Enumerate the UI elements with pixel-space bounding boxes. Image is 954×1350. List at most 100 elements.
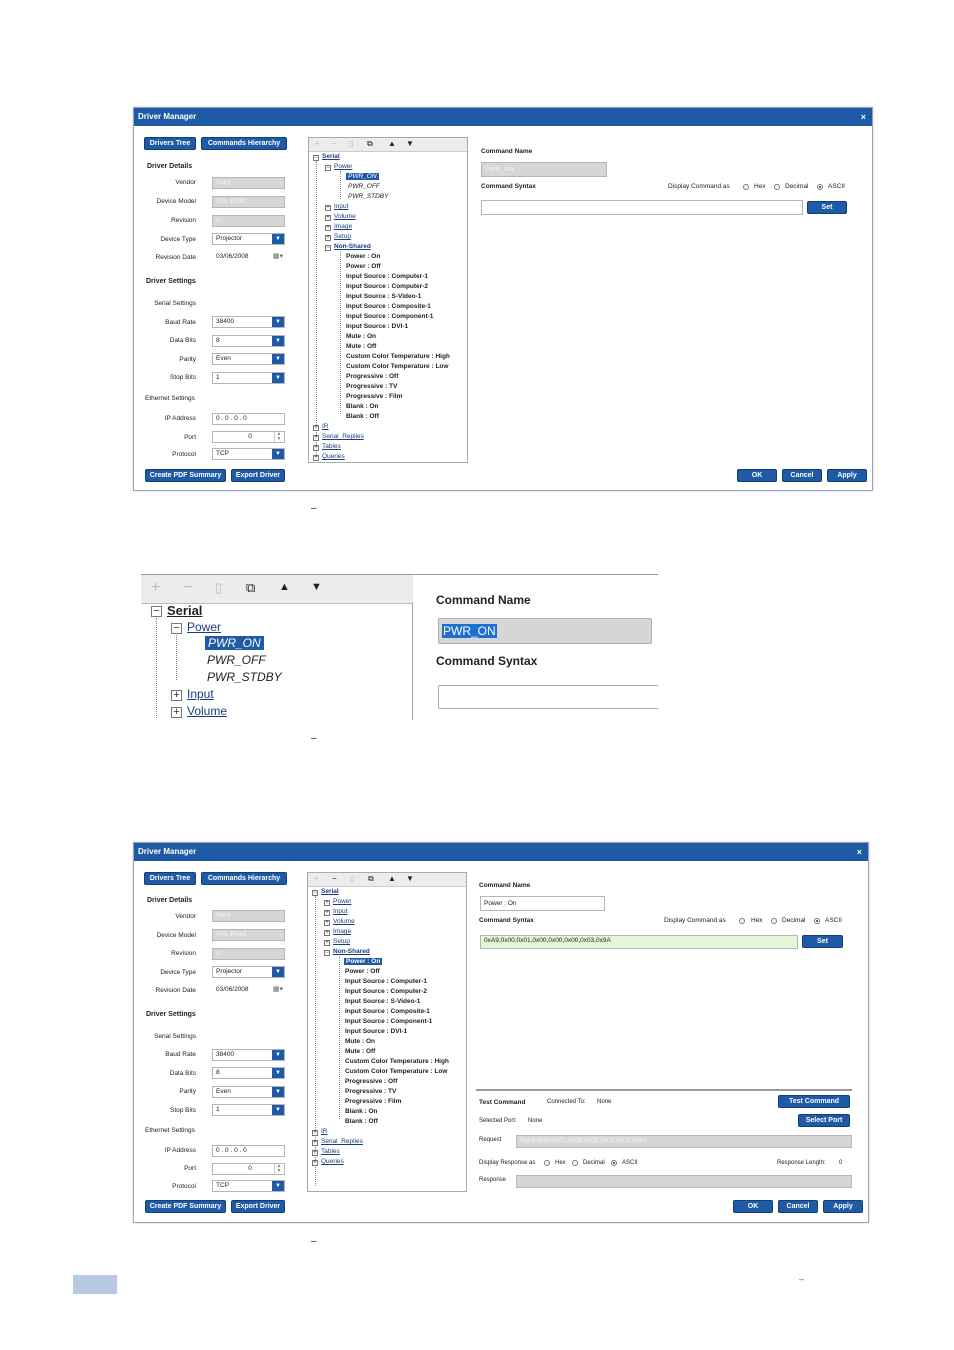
- revision-date-field[interactable]: 03/06/2008 ▦▾: [212, 251, 285, 263]
- move-up-icon[interactable]: ▲: [279, 581, 290, 593]
- tree-node-pwr-stdby[interactable]: PWR_STDBY: [207, 670, 282, 684]
- tree-leaf[interactable]: Input Source : Component-1: [345, 1018, 432, 1025]
- spinner-icon[interactable]: ▲ ▼: [274, 1164, 283, 1174]
- tree-node-pwr-stdby[interactable]: PWR_STDBY: [348, 193, 388, 200]
- add-icon[interactable]: +: [151, 579, 160, 597]
- apply-button[interactable]: Apply: [827, 469, 867, 482]
- command-syntax-field[interactable]: [481, 200, 803, 215]
- tree-node-serial[interactable]: Serial: [167, 603, 202, 618]
- test-command-button[interactable]: Test Command: [778, 1095, 850, 1108]
- tree-node-ir[interactable]: IR: [322, 423, 329, 430]
- tree-node-pwr-off[interactable]: PWR_OFF: [207, 653, 266, 667]
- tree-leaf[interactable]: Progressive : Film: [346, 393, 402, 400]
- spinner-icon[interactable]: ▲ ▼: [274, 432, 283, 442]
- expand-icon[interactable]: +: [171, 690, 182, 701]
- tree-leaf[interactable]: Custom Color Temperature : Low: [346, 363, 448, 370]
- tree-node-non-shared[interactable]: Non-Shared: [334, 243, 371, 250]
- hex-radio[interactable]: [743, 184, 749, 190]
- tree-node-input[interactable]: Input: [187, 687, 214, 701]
- chevron-down-icon[interactable]: ▼: [272, 317, 284, 327]
- close-icon[interactable]: ×: [861, 108, 866, 126]
- close-icon[interactable]: ×: [857, 843, 862, 861]
- expand-icon[interactable]: +: [325, 215, 331, 221]
- tree-leaf[interactable]: Progressive : Film: [345, 1098, 401, 1105]
- collapse-icon[interactable]: −: [324, 950, 330, 956]
- command-syntax-field[interactable]: [438, 685, 658, 709]
- expand-icon[interactable]: +: [313, 435, 319, 441]
- tree-node-volume[interactable]: Volume: [333, 918, 355, 925]
- apply-button[interactable]: Apply: [823, 1200, 863, 1213]
- protocol-select[interactable]: TCP ▼: [212, 448, 285, 460]
- decimal-radio[interactable]: [774, 184, 780, 190]
- drivers-tree-tab[interactable]: Drivers Tree: [144, 137, 196, 150]
- device-type-select[interactable]: Projector ▼: [212, 966, 285, 978]
- ascii-radio[interactable]: [814, 918, 820, 924]
- ip-address-field[interactable]: 0 . 0 . 0 . 0: [212, 413, 285, 425]
- move-up-icon[interactable]: ▲: [388, 139, 396, 148]
- tree-leaf[interactable]: Input Source : DVI-1: [346, 323, 408, 330]
- parity-select[interactable]: Even ▼: [212, 353, 285, 365]
- parity-select[interactable]: Even ▼: [212, 1086, 285, 1098]
- hex-radio[interactable]: [739, 918, 745, 924]
- tree-leaf[interactable]: Blank : Off: [345, 1118, 378, 1125]
- collapse-icon[interactable]: −: [325, 245, 331, 251]
- baud-rate-select[interactable]: 38400 ▼: [212, 316, 285, 328]
- commands-hierarchy-tab[interactable]: Commands Hierarchy: [201, 137, 287, 150]
- remove-icon[interactable]: −: [332, 874, 337, 883]
- tree-leaf[interactable]: Input Source : Component-1: [346, 313, 433, 320]
- tree-leaf[interactable]: Mute : Off: [345, 1048, 375, 1055]
- expand-icon[interactable]: +: [312, 1140, 318, 1146]
- move-down-icon[interactable]: ▼: [311, 581, 322, 593]
- drivers-tree-tab[interactable]: Drivers Tree: [144, 872, 196, 885]
- tree-leaf[interactable]: Blank : On: [345, 1108, 378, 1115]
- expand-icon[interactable]: +: [313, 445, 319, 451]
- collapse-icon[interactable]: −: [325, 165, 331, 171]
- tree-leaf[interactable]: Mute : Off: [346, 343, 376, 350]
- response-decimal-radio[interactable]: [572, 1160, 578, 1166]
- collapse-icon[interactable]: −: [151, 606, 162, 617]
- expand-icon[interactable]: +: [312, 1150, 318, 1156]
- delete-icon[interactable]: ▯: [350, 874, 354, 883]
- expand-icon[interactable]: +: [324, 900, 330, 906]
- chevron-down-icon[interactable]: ▼: [272, 1068, 284, 1078]
- tree-leaf[interactable]: Input Source : Composite-1: [346, 303, 431, 310]
- tree-leaf[interactable]: Input Source : Computer-2: [345, 988, 427, 995]
- tree-node-image[interactable]: Image: [333, 928, 351, 935]
- chevron-down-icon[interactable]: ▼: [272, 1181, 284, 1191]
- tree-node-pwr-off[interactable]: PWR_OFF: [348, 183, 380, 190]
- tree-leaf[interactable]: Progressive : Off: [345, 1078, 397, 1085]
- move-up-icon[interactable]: ▲: [388, 874, 396, 883]
- tree-node-power[interactable]: Power: [333, 898, 351, 905]
- expand-icon[interactable]: +: [324, 930, 330, 936]
- chevron-down-icon[interactable]: ▼: [272, 373, 284, 383]
- expand-icon[interactable]: +: [324, 920, 330, 926]
- chevron-down-icon[interactable]: ▼: [272, 336, 284, 346]
- tree-leaf[interactable]: Input Source : Composite-1: [345, 1008, 430, 1015]
- tree-leaf[interactable]: Input Source : Computer-1: [346, 273, 428, 280]
- tree-node-volume[interactable]: Volume: [187, 704, 227, 718]
- chevron-down-icon[interactable]: ▼: [272, 967, 284, 977]
- expand-icon[interactable]: +: [171, 707, 182, 718]
- tree-leaf[interactable]: Power : Off: [346, 263, 381, 270]
- tree-node-queries[interactable]: Queries: [321, 1158, 344, 1165]
- add-icon[interactable]: +: [314, 874, 319, 883]
- tree-node-serial[interactable]: Serial: [321, 888, 339, 895]
- expand-icon[interactable]: +: [325, 235, 331, 241]
- expand-icon[interactable]: +: [324, 940, 330, 946]
- tree-node-power[interactable]: Power: [334, 163, 352, 170]
- expand-icon[interactable]: +: [325, 205, 331, 211]
- tree-node-pwr-on[interactable]: PWR_ON: [205, 636, 264, 650]
- create-pdf-summary-button[interactable]: Create PDF Summary: [145, 1200, 226, 1213]
- tree-node-tables[interactable]: Tables: [322, 443, 341, 450]
- remove-icon[interactable]: −: [331, 139, 336, 148]
- tree-leaf[interactable]: Power : Off: [345, 968, 380, 975]
- tree-leaf[interactable]: Custom Color Temperature : High: [346, 353, 450, 360]
- expand-icon[interactable]: +: [312, 1130, 318, 1136]
- select-port-button[interactable]: Select Port: [798, 1114, 850, 1127]
- tree-leaf[interactable]: Custom Color Temperature : High: [345, 1058, 449, 1065]
- commands-hierarchy-tab[interactable]: Commands Hierarchy: [201, 872, 287, 885]
- command-syntax-field[interactable]: 0xA9,0x00,0x01,0x00,0x00,0x00,0x03,0x9A: [480, 935, 798, 949]
- tree-leaf[interactable]: Progressive : TV: [345, 1088, 396, 1095]
- move-down-icon[interactable]: ▼: [406, 874, 414, 883]
- tree-leaf[interactable]: Input Source : Computer-2: [346, 283, 428, 290]
